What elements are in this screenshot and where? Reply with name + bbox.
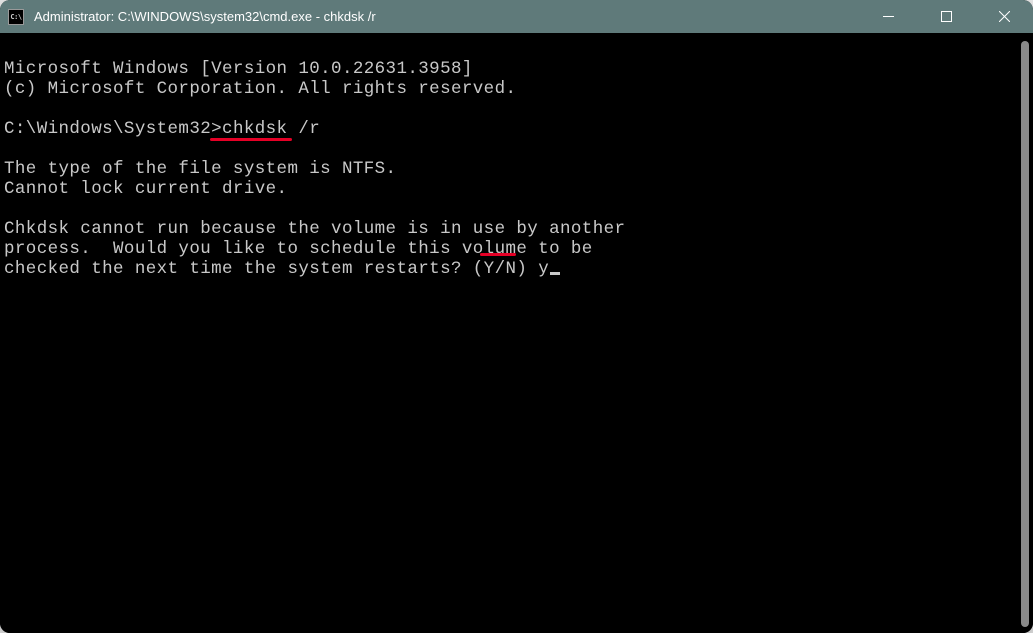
cmd-window: C:\ Administrator: C:\WINDOWS\system32\c… [0, 0, 1033, 633]
output-line: The type of the file system is NTFS. [4, 159, 1013, 179]
maximize-button[interactable] [917, 0, 975, 33]
cursor [550, 272, 560, 275]
scrollbar[interactable] [1021, 41, 1029, 627]
output-line: Cannot lock current drive. [4, 179, 1013, 199]
output-line: Chkdsk cannot run because the volume is … [4, 219, 1013, 239]
titlebar[interactable]: C:\ Administrator: C:\WINDOWS\system32\c… [0, 0, 1033, 33]
cmd-icon: C:\ [8, 9, 24, 25]
command-text: chkdsk /r [222, 119, 320, 139]
maximize-icon [941, 11, 952, 22]
output-line: process. Would you like to schedule this… [4, 239, 1013, 259]
output-line: checked the next time the system restart… [4, 259, 1013, 279]
prompt-path: C:\Windows\System32> [4, 119, 222, 139]
annotation-underline [480, 253, 516, 256]
terminal-area[interactable]: Microsoft Windows [Version 10.0.22631.39… [0, 33, 1033, 633]
minimize-icon [883, 11, 894, 22]
scrollbar-thumb[interactable] [1021, 41, 1029, 627]
blank-line [4, 199, 1013, 219]
close-icon [999, 11, 1010, 22]
output-line: (c) Microsoft Corporation. All rights re… [4, 79, 1013, 99]
close-button[interactable] [975, 0, 1033, 33]
prompt-line: C:\Windows\System32>chkdsk /r [4, 119, 1013, 139]
prompt-question: checked the next time the system restart… [4, 259, 538, 279]
minimize-button[interactable] [859, 0, 917, 33]
window-title: Administrator: C:\WINDOWS\system32\cmd.e… [34, 9, 859, 24]
user-input: y [538, 259, 549, 279]
terminal-output: Microsoft Windows [Version 10.0.22631.39… [0, 33, 1017, 633]
annotation-underline [210, 138, 292, 141]
window-control-buttons [859, 0, 1033, 33]
blank-line [4, 99, 1013, 119]
output-line: Microsoft Windows [Version 10.0.22631.39… [4, 59, 1013, 79]
